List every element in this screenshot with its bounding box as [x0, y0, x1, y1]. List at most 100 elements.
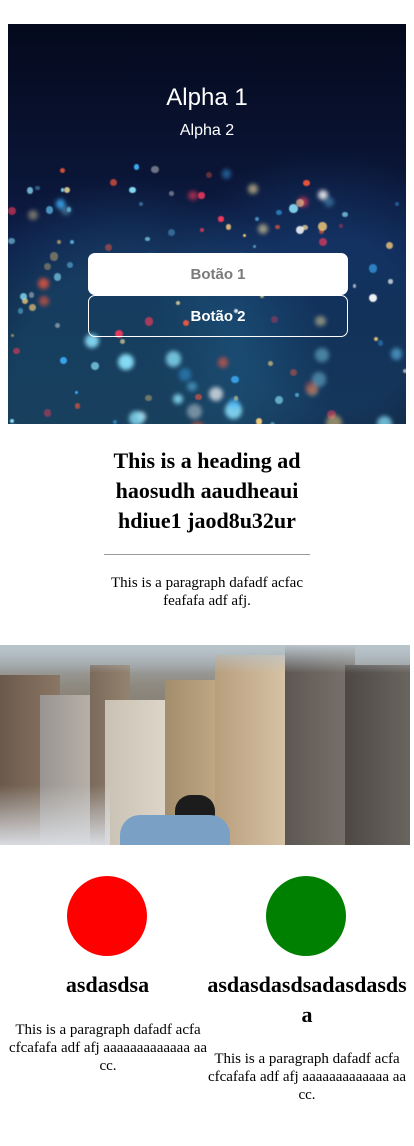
bokeh-light [377, 339, 384, 346]
bokeh-light [252, 244, 257, 249]
bokeh-light [49, 252, 59, 261]
bokeh-light [255, 418, 263, 424]
bokeh-light [165, 351, 182, 367]
hero-banner: Alpha 1 Alpha 2 Botão 1 Botão 2 [8, 24, 406, 424]
card-title: asdasdsa [65, 972, 150, 997]
bokeh-light [151, 165, 159, 174]
bokeh-light [8, 237, 15, 245]
bokeh-light [247, 184, 258, 195]
bokeh-light [67, 262, 74, 269]
bokeh-light [385, 241, 394, 250]
bokeh-light [59, 167, 66, 174]
bokeh-light [295, 393, 299, 398]
primary-button[interactable]: Botão 1 [88, 253, 348, 295]
bokeh-light [395, 201, 399, 206]
bokeh-light [390, 348, 403, 360]
secondary-button[interactable]: Botão 2 [88, 295, 348, 337]
bokeh-light [217, 357, 229, 368]
bokeh-light [318, 222, 327, 231]
bokeh-light [35, 185, 40, 191]
bokeh-light [267, 361, 273, 367]
bokeh-light [243, 234, 247, 238]
bokeh-light [388, 279, 393, 284]
bokeh-light [70, 239, 75, 244]
bokeh-light [254, 216, 259, 221]
bokeh-light [61, 188, 65, 192]
bokeh-light [189, 421, 205, 424]
bokeh-light [13, 347, 20, 355]
bokeh-light [74, 403, 81, 409]
card-circle [67, 876, 147, 956]
card-title: asdasdasdsadasdasdsa [207, 972, 407, 1027]
bokeh-light [218, 216, 224, 222]
bokeh-light [221, 169, 232, 180]
bokeh-light [119, 338, 126, 345]
bokeh-light [55, 322, 61, 328]
bokeh-light [91, 361, 99, 370]
bokeh-light [26, 187, 34, 194]
bokeh-light [110, 178, 118, 186]
bokeh-light [205, 171, 213, 179]
bokeh-light [133, 164, 140, 170]
bokeh-light [276, 209, 282, 215]
bokeh-light [352, 283, 357, 288]
section-heading: This is a heading ad haosudh aaudheaui h… [113, 448, 301, 533]
bokeh-light [145, 236, 151, 242]
bokeh-light [368, 264, 378, 273]
bokeh-light [338, 223, 343, 229]
bokeh-light [325, 415, 342, 424]
bokeh-light [57, 240, 62, 245]
bokeh-light [231, 375, 239, 383]
bokeh-light [10, 418, 15, 423]
bokeh-light [129, 186, 136, 194]
city-aerial-image [0, 645, 410, 845]
bokeh-light [275, 395, 284, 404]
bokeh-light [295, 226, 304, 235]
bokeh-light [318, 237, 328, 247]
card-circle [266, 876, 346, 956]
bokeh-light [53, 272, 62, 281]
bokeh-light [225, 224, 232, 231]
bokeh-light [275, 225, 280, 230]
bokeh-light [195, 393, 202, 401]
bokeh-light [128, 410, 145, 424]
bokeh-light [402, 368, 406, 374]
bokeh-light [28, 304, 36, 312]
bokeh-light [311, 372, 326, 387]
bokeh-light [145, 394, 152, 402]
bokeh-light [228, 398, 239, 409]
bokeh-light [38, 278, 49, 290]
bokeh-light [17, 308, 24, 314]
bokeh-light [64, 186, 71, 193]
bokeh-light [270, 421, 276, 424]
bokeh-light [376, 415, 392, 424]
bokeh-light [8, 206, 17, 215]
bokeh-light [188, 190, 198, 200]
bokeh-light [342, 211, 348, 217]
bokeh-light [200, 228, 204, 232]
bokeh-light [315, 348, 329, 362]
bokeh-light [43, 409, 52, 418]
bokeh-light [178, 368, 192, 382]
bokeh-light [257, 223, 269, 234]
bokeh-light [173, 394, 184, 405]
bokeh-light [45, 205, 54, 214]
bokeh-light [27, 209, 39, 221]
bokeh-light [74, 391, 78, 395]
bokeh-light [289, 369, 297, 377]
bokeh-light [104, 244, 112, 252]
bokeh-light [209, 386, 224, 401]
bokeh-light [138, 202, 143, 207]
bokeh-light [368, 293, 378, 303]
bokeh-light [117, 354, 134, 371]
section-paragraph: This is a paragraph dafadf acfac feafafa… [111, 575, 303, 609]
card-text: This is a paragraph dafadf acfa cfcafafa… [207, 1051, 407, 1103]
bokeh-light [296, 198, 304, 207]
bokeh-light [39, 295, 50, 306]
bokeh-light [168, 229, 176, 237]
bokeh-light [187, 404, 203, 420]
bokeh-light [28, 292, 34, 298]
bokeh-light [169, 191, 174, 197]
bokeh-light [61, 205, 71, 216]
divider [104, 554, 310, 555]
